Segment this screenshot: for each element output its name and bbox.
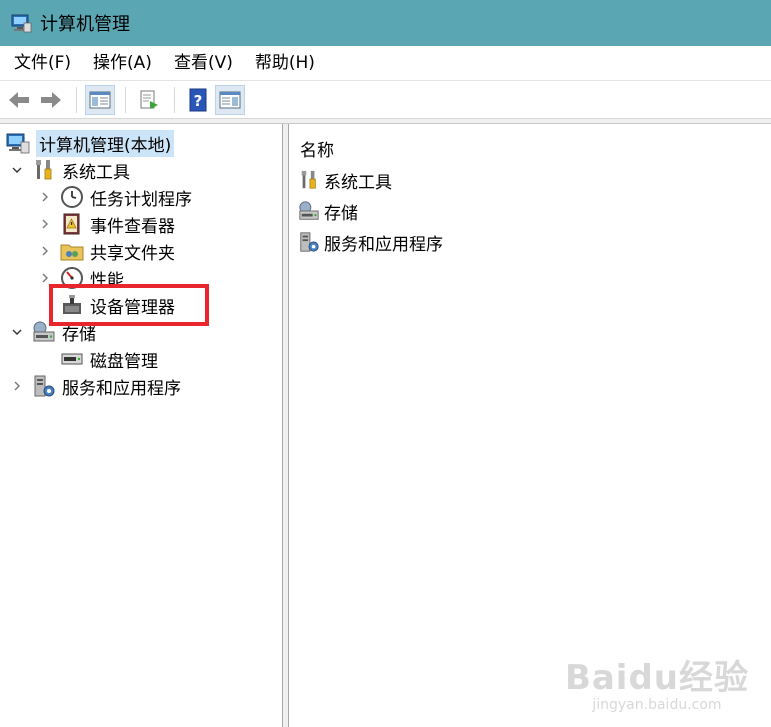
svg-text:?: ? bbox=[194, 92, 203, 110]
forward-arrow-icon[interactable] bbox=[36, 85, 66, 115]
shared-folder-icon bbox=[60, 239, 84, 263]
event-log-icon bbox=[60, 212, 84, 236]
chevron-down-icon[interactable] bbox=[10, 325, 24, 339]
pane-splitter[interactable] bbox=[283, 124, 289, 727]
toolbar-separator bbox=[76, 86, 77, 113]
toolbar-separator bbox=[174, 86, 175, 113]
list-item-label: 服务和应用程序 bbox=[324, 234, 443, 255]
services-icon bbox=[298, 231, 320, 253]
services-icon bbox=[32, 374, 56, 398]
tree-item-label: 共享文件夹 bbox=[90, 243, 175, 264]
watermark-url: jingyan.baidu.com bbox=[592, 697, 722, 713]
menu-view[interactable]: 查看(V) bbox=[163, 46, 244, 81]
tree-item-services-apps[interactable]: 服务和应用程序 bbox=[10, 373, 181, 399]
help-icon[interactable]: ? bbox=[183, 85, 213, 115]
tools-icon bbox=[298, 169, 320, 191]
chevron-down-icon[interactable] bbox=[10, 163, 24, 177]
list-item[interactable]: 系统工具 bbox=[298, 167, 392, 193]
list-item[interactable]: 服务和应用程序 bbox=[298, 229, 443, 255]
menu-file[interactable]: 文件(F) bbox=[0, 46, 82, 81]
tree-item-label: 任务计划程序 bbox=[90, 189, 192, 210]
tree-item-system-tools[interactable]: 系统工具 bbox=[10, 157, 130, 183]
tree-item-label: 系统工具 bbox=[62, 162, 130, 183]
chevron-right-icon[interactable] bbox=[38, 271, 52, 285]
menu-help[interactable]: 帮助(H) bbox=[244, 46, 326, 81]
menu-action[interactable]: 操作(A) bbox=[82, 46, 163, 81]
chevron-right-icon[interactable] bbox=[38, 190, 52, 204]
chevron-right-icon[interactable] bbox=[38, 217, 52, 231]
computer-management-icon bbox=[10, 12, 32, 34]
watermark-logo: Baidu经验 bbox=[564, 658, 749, 698]
disk-drive-icon bbox=[60, 347, 84, 371]
clock-icon bbox=[60, 185, 84, 209]
tree-item-label: 事件查看器 bbox=[90, 216, 175, 237]
tree-item-task-scheduler[interactable]: 任务计划程序 bbox=[38, 184, 192, 210]
show-tree-icon[interactable] bbox=[85, 84, 115, 115]
highlight-box bbox=[49, 284, 209, 326]
chevron-right-icon[interactable] bbox=[10, 379, 24, 393]
toolbar-separator bbox=[125, 86, 126, 113]
toolbar: ? bbox=[0, 81, 771, 119]
list-item-label: 系统工具 bbox=[324, 172, 392, 193]
tree-item-event-viewer[interactable]: 事件查看器 bbox=[38, 211, 175, 237]
tree-item-disk-management[interactable]: 磁盘管理 bbox=[60, 346, 158, 372]
watermark: Baidu经验 jingyan.baidu.com bbox=[565, 650, 749, 713]
tools-icon bbox=[32, 158, 56, 182]
tree-item-shared-folders[interactable]: 共享文件夹 bbox=[38, 238, 175, 264]
tree-item-label: 磁盘管理 bbox=[90, 351, 158, 372]
tree-item-label: 服务和应用程序 bbox=[62, 378, 181, 399]
computer-management-icon bbox=[6, 131, 30, 155]
list-item[interactable]: 存储 bbox=[298, 198, 358, 224]
show-action-pane-icon[interactable] bbox=[215, 84, 245, 115]
back-arrow-icon[interactable] bbox=[4, 85, 34, 115]
tree-item-label: 计算机管理(本地) bbox=[36, 129, 175, 157]
export-list-icon[interactable] bbox=[134, 85, 164, 115]
list-pane[interactable] bbox=[290, 124, 771, 727]
column-header-name[interactable]: 名称 bbox=[300, 136, 334, 161]
chevron-right-icon[interactable] bbox=[38, 244, 52, 258]
tree-item-root[interactable]: 计算机管理(本地) bbox=[6, 129, 175, 157]
list-item-label: 存储 bbox=[324, 203, 358, 224]
title-bar: 计算机管理 bbox=[0, 0, 771, 46]
window-title: 计算机管理 bbox=[40, 14, 130, 35]
menu-bar: 文件(F) 操作(A) 查看(V) 帮助(H) bbox=[0, 46, 771, 81]
storage-icon bbox=[298, 200, 320, 222]
